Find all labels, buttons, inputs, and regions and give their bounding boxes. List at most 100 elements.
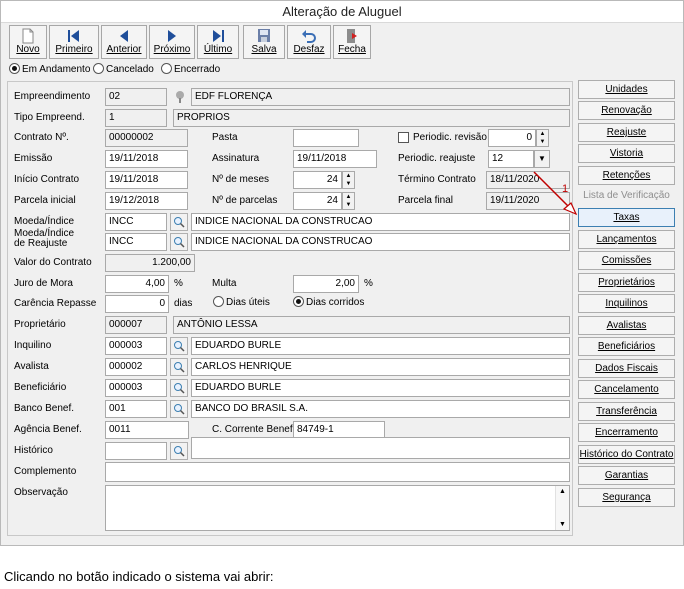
- assinatura-field[interactable]: 19/11/2018: [293, 150, 377, 168]
- side-button-avalistas[interactable]: Avalistas: [578, 316, 675, 335]
- avalista-code[interactable]: 000002: [105, 358, 167, 376]
- side-button-seguranca[interactable]: Segurança: [578, 488, 675, 507]
- empreendimento-code[interactable]: 02: [105, 88, 167, 106]
- num-meses-spinner[interactable]: ▲ ▼: [342, 171, 355, 189]
- periodic-reajuste-label: Periodic. reajuste: [398, 153, 476, 164]
- side-button-cancelamento[interactable]: Cancelamento: [578, 380, 675, 399]
- valor-contrato-label: Valor do Contrato: [14, 257, 92, 268]
- num-parcelas-spinner[interactable]: ▲ ▼: [342, 192, 355, 210]
- beneficiario-code[interactable]: 000003: [105, 379, 167, 397]
- multa-label: Multa: [212, 278, 237, 289]
- undo-button[interactable]: Desfaz: [287, 25, 331, 59]
- parcela-final-label: Parcela final: [398, 195, 454, 206]
- periodic-revisao-checkbox[interactable]: [398, 132, 409, 143]
- moeda-reajuste-name: INDICE NACIONAL DA CONSTRUCAO: [191, 233, 570, 251]
- observacao-textarea[interactable]: ▲ ▼: [105, 485, 570, 531]
- moeda-indice-label: Moeda/Índice: [14, 216, 75, 227]
- num-meses-field[interactable]: 24: [293, 171, 342, 189]
- multa-field[interactable]: 2,00: [293, 275, 359, 293]
- emissao-label: Emissão: [14, 153, 53, 164]
- carencia-unit: dias: [174, 298, 193, 309]
- previous-button[interactable]: Anterior: [101, 25, 147, 59]
- side-button-garantias[interactable]: Garantias: [578, 466, 675, 485]
- parcela-inicial-field[interactable]: 19/12/2018: [105, 192, 188, 210]
- observacao-scrollbar[interactable]: ▲ ▼: [555, 486, 569, 530]
- proprietario-name: ANTÔNIO LESSA: [173, 316, 570, 334]
- close-button[interactable]: Fecha: [333, 25, 371, 59]
- first-button[interactable]: Primeiro: [49, 25, 99, 59]
- annotation-number: 1: [562, 183, 569, 195]
- juro-mora-unit: %: [174, 278, 183, 289]
- inquilino-code[interactable]: 000003: [105, 337, 167, 355]
- new-button[interactable]: Novo: [9, 25, 47, 59]
- num-parcelas-field[interactable]: 24: [293, 192, 342, 210]
- save-button[interactable]: Salva: [243, 25, 285, 59]
- scroll-down-icon[interactable]: ▼: [556, 521, 569, 528]
- carencia-field[interactable]: 0: [105, 295, 169, 313]
- moeda-indice-code[interactable]: INCC: [105, 213, 167, 231]
- observacao-label: Observação: [14, 487, 68, 498]
- side-button-renovacao[interactable]: Renovação: [578, 101, 675, 120]
- historico-code[interactable]: [105, 442, 167, 460]
- dias-corridos-radio[interactable]: Dias corridos: [293, 296, 364, 309]
- search-icon: [174, 341, 185, 352]
- side-button-vistoria[interactable]: Vistoria: [578, 144, 675, 163]
- next-button[interactable]: Próximo: [149, 25, 195, 59]
- juro-mora-field[interactable]: 4,00: [105, 275, 169, 293]
- radio-unselected: [161, 63, 172, 74]
- banco-benef-search-button[interactable]: [170, 400, 188, 418]
- status-encerrado[interactable]: Encerrado: [161, 63, 220, 76]
- pasta-field[interactable]: [293, 129, 359, 147]
- beneficiario-search-button[interactable]: [170, 379, 188, 397]
- last-button-label: Último: [203, 44, 233, 55]
- num-parcelas-label: Nº de parcelas: [212, 195, 278, 206]
- contract-form-panel: Empreendimento 02 EDF FLORENÇA Tipo Empr…: [7, 81, 573, 536]
- side-button-comissoes[interactable]: Comissões: [578, 251, 675, 270]
- new-button-label: Novo: [16, 44, 40, 55]
- side-button-dados-fiscais[interactable]: Dados Fiscais: [578, 359, 675, 378]
- search-icon: [174, 237, 185, 248]
- dias-uteis-radio[interactable]: Dias úteis: [213, 296, 270, 309]
- undo-button-label: Desfaz: [293, 44, 325, 55]
- banco-benef-code[interactable]: 001: [105, 400, 167, 418]
- tipo-empreend-label: Tipo Empreend.: [14, 112, 85, 123]
- side-button-lancamentos[interactable]: Lançamentos: [578, 230, 675, 249]
- periodic-revisao-spinner[interactable]: ▲ ▼: [536, 129, 549, 147]
- side-button-encerramento[interactable]: Encerramento: [578, 423, 675, 442]
- num-meses-label: Nº de meses: [212, 174, 270, 185]
- moeda-reajuste-search-button[interactable]: [170, 233, 188, 251]
- side-button-reajuste[interactable]: Reajuste: [578, 123, 675, 142]
- proprietario-label: Proprietário: [14, 319, 66, 330]
- side-button-unidades[interactable]: Unidades: [578, 80, 675, 99]
- inicio-contrato-field[interactable]: 19/11/2018: [105, 171, 188, 189]
- side-button-historico-contrato[interactable]: Histórico do Contrato: [578, 445, 675, 464]
- scroll-up-icon[interactable]: ▲: [556, 488, 569, 495]
- inquilino-search-button[interactable]: [170, 337, 188, 355]
- first-button-label: Primeiro: [55, 44, 93, 55]
- exit-icon: [347, 29, 357, 43]
- agencia-benef-field[interactable]: 0011: [105, 421, 189, 439]
- last-button[interactable]: Último: [197, 25, 239, 59]
- emissao-field[interactable]: 19/11/2018: [105, 150, 188, 168]
- empreendimento-name: EDF FLORENÇA: [191, 88, 570, 106]
- inicio-contrato-label: Início Contrato: [14, 174, 80, 185]
- contrato-field: 00000002: [105, 129, 188, 147]
- moeda-indice-name: INDICE NACIONAL DA CONSTRUCAO: [191, 213, 570, 231]
- avalista-search-button[interactable]: [170, 358, 188, 376]
- window-title: Alteração de Aluguel: [1, 1, 683, 23]
- status-cancelado[interactable]: Cancelado: [93, 63, 154, 76]
- radio-selected: [9, 63, 20, 74]
- radio-selected: [293, 296, 304, 307]
- historico-search-button[interactable]: [170, 442, 188, 460]
- status-em-andamento[interactable]: Em Andamento: [9, 63, 90, 76]
- empreendimento-label: Empreendimento: [14, 91, 91, 102]
- moeda-reajuste-code[interactable]: INCC: [105, 233, 167, 251]
- complemento-field[interactable]: [105, 462, 570, 482]
- side-button-transferencia[interactable]: Transferência: [578, 402, 675, 421]
- side-button-inquilinos[interactable]: Inquilinos: [578, 294, 675, 313]
- empreendimento-lookup[interactable]: [171, 88, 189, 106]
- side-button-proprietarios[interactable]: Proprietários: [578, 273, 675, 292]
- periodic-revisao-field[interactable]: 0: [488, 129, 536, 147]
- side-button-beneficiarios[interactable]: Beneficiários: [578, 337, 675, 356]
- moeda-indice-search-button[interactable]: [170, 213, 188, 231]
